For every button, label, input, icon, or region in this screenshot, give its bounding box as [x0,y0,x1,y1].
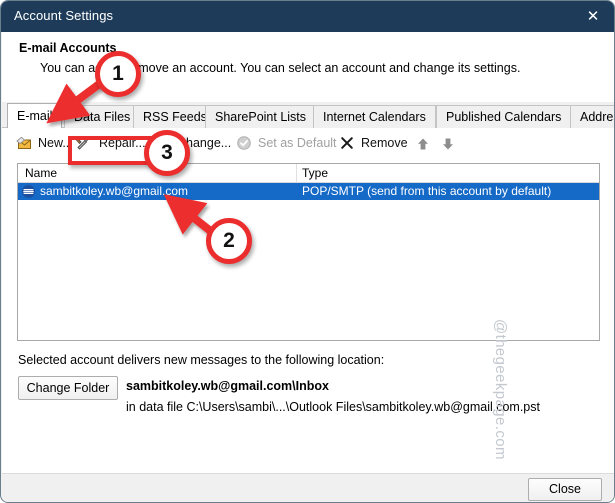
command-toolbar: New... Repair... Change... Set as Defaul… [2,128,614,158]
repair-tools-icon [75,135,91,151]
new-button[interactable]: New... [16,131,80,155]
arrow-down-icon [441,135,457,151]
remove-x-icon [339,135,355,151]
dialog-footer: Close [2,473,614,502]
new-mail-icon [16,135,32,151]
repair-button[interactable]: Repair... [75,131,149,155]
tab-published-calendars[interactable]: Published Calendars [436,105,572,128]
tab-address-books[interactable]: Address Books [570,105,614,128]
table-row[interactable]: sambitkoley.wb@gmail.com POP/SMTP (send … [18,183,599,200]
delivery-location-label: Selected account delivers new messages t… [18,353,385,367]
title-bar: Account Settings ✕ [1,1,614,32]
row-account-type: POP/SMTP (send from this account by defa… [302,184,552,198]
close-icon[interactable]: ✕ [570,1,614,32]
window-title: Account Settings [14,8,114,23]
delivery-data-file: in data file C:\Users\sambi\...\Outlook … [126,400,540,414]
tab-email[interactable]: E-mail [7,103,63,129]
move-down-button[interactable] [438,131,460,155]
column-divider [296,164,297,183]
move-up-button[interactable] [413,131,435,155]
arrow-up-icon [416,135,432,151]
delivery-path: sambitkoley.wb@gmail.com\Inbox [126,379,329,393]
close-button[interactable]: Close [528,478,602,501]
remove-button-label: Remove [361,136,408,150]
remove-button[interactable]: Remove [339,131,411,155]
change-button[interactable]: Change... [154,131,232,155]
account-icon [21,184,36,199]
accounts-list[interactable]: Name Type sambitkoley.wb@gmail.com POP/S… [17,163,600,341]
set-as-default-button: Set as Default [236,131,344,155]
change-folder-button[interactable]: Change Folder [18,376,118,400]
row-account-name: sambitkoley.wb@gmail.com [40,184,189,198]
page-title: E-mail Accounts [19,41,117,55]
check-circle-icon [236,135,252,151]
tab-data-files[interactable]: Data Files [64,105,141,128]
email-tab-panel: New... Repair... Change... Set as Defaul… [2,128,614,473]
list-header: Name Type [18,164,599,183]
account-settings-dialog: Account Settings ✕ E-mail Accounts You c… [0,0,615,503]
repair-button-label: Repair... [99,136,146,150]
set-as-default-label: Set as Default [258,136,337,150]
change-settings-icon [154,135,170,151]
page-subtitle: You can add or remove an account. You ca… [40,61,521,75]
tab-strip: E-mail Data Files RSS Feeds SharePoint L… [2,102,614,129]
change-button-label: Change... [177,136,232,150]
tab-sharepoint-lists[interactable]: SharePoint Lists [205,105,317,128]
column-header-type[interactable]: Type [302,166,328,180]
column-header-name[interactable]: Name [25,166,57,180]
header-band: E-mail Accounts You can add or remove an… [2,32,614,102]
tab-internet-calendars[interactable]: Internet Calendars [313,105,436,128]
new-button-label: New... [38,136,73,150]
